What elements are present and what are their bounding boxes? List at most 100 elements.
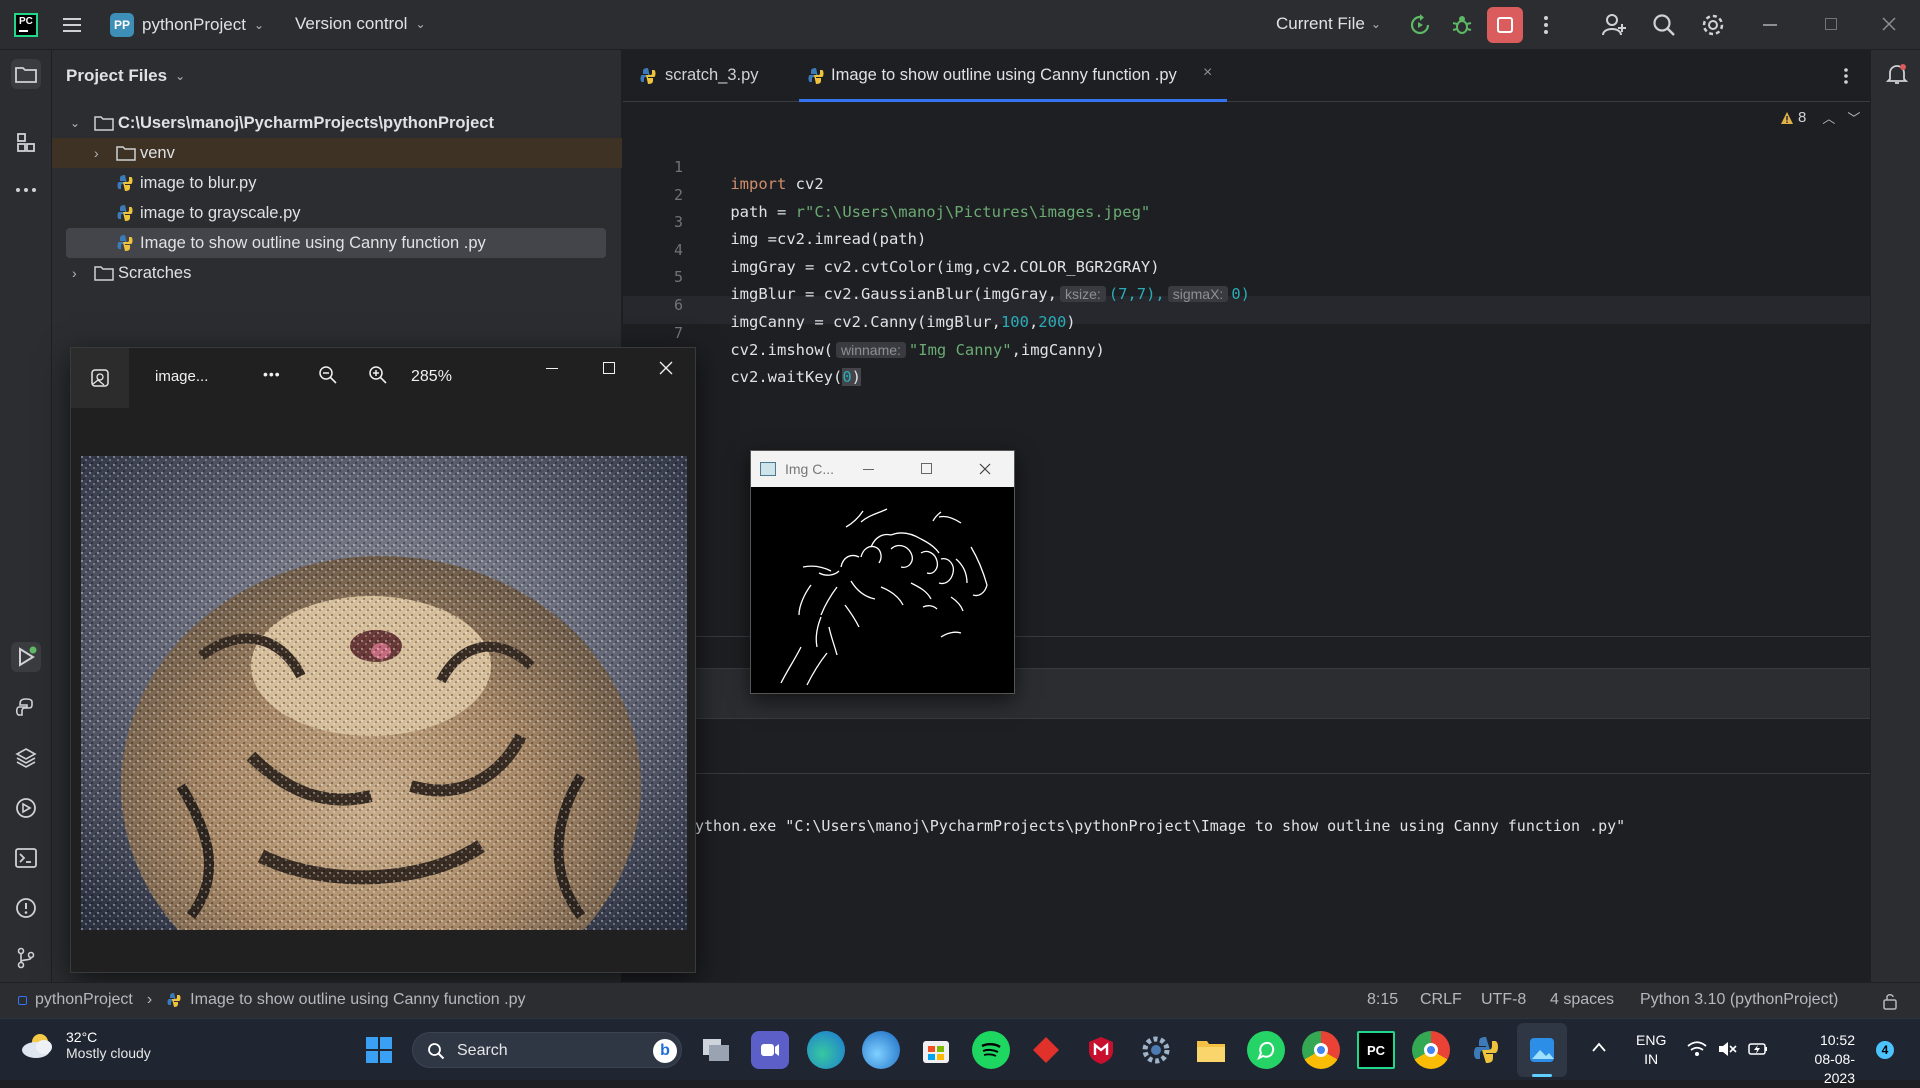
pycharm-taskbar-icon[interactable]: PC — [1357, 1031, 1395, 1069]
python-file-icon — [640, 67, 656, 84]
python-app-icon[interactable] — [1467, 1031, 1505, 1069]
file-encoding[interactable]: UTF-8 — [1481, 991, 1526, 1009]
debug-icon[interactable] — [1450, 13, 1474, 37]
chevron-down-icon[interactable]: ﹀ — [1847, 108, 1860, 127]
zoom-out-icon[interactable] — [318, 365, 338, 385]
wifi-icon[interactable] — [1686, 1040, 1708, 1058]
project-widget[interactable]: PP pythonProject ⌄ — [110, 12, 264, 38]
lock-icon[interactable] — [1882, 992, 1898, 1010]
indent-setting[interactable]: 4 spaces — [1550, 991, 1614, 1009]
tab-scratch[interactable]: scratch_3.py — [639, 66, 759, 85]
tree-item-project-root[interactable]: ⌄ C:\Users\manoj\PycharmProjects\pythonP… — [52, 108, 622, 138]
edge-dev-icon[interactable] — [862, 1031, 900, 1069]
python-file-icon — [808, 68, 824, 84]
add-user-icon[interactable] — [1601, 12, 1627, 38]
battery-charging-icon[interactable] — [1747, 1039, 1769, 1059]
main-menu-icon[interactable] — [62, 15, 82, 35]
pycharm-logo-icon[interactable]: PC — [14, 13, 38, 37]
whatsapp-icon[interactable] — [1247, 1031, 1285, 1069]
warnings-indicator[interactable]: 8 ︿ ﹀ — [1780, 108, 1860, 127]
teams-chat-icon[interactable] — [751, 1031, 789, 1069]
code-line-8[interactable]: cv2.waitKey(0) — [693, 350, 861, 404]
tree-item-file[interactable]: image to blur.py — [52, 168, 622, 198]
warning-icon — [1781, 111, 1793, 124]
notifications-bell-icon[interactable] — [1885, 62, 1909, 86]
services-icon[interactable] — [11, 793, 41, 823]
settings-gear-icon[interactable] — [1700, 12, 1726, 38]
tree-item-file[interactable]: image to grayscale.py — [52, 198, 622, 228]
settings-app-icon[interactable] — [1137, 1031, 1175, 1069]
tree-item-scratches[interactable]: › Scratches — [52, 258, 622, 288]
edge-browser-icon[interactable] — [807, 1031, 845, 1069]
restore-button[interactable] — [1825, 18, 1837, 30]
version-control-widget[interactable]: Version control ⌄ — [295, 14, 426, 34]
search-placeholder: Search — [457, 1042, 508, 1059]
line-separator[interactable]: CRLF — [1420, 991, 1462, 1009]
project-badge: PP — [110, 13, 134, 37]
tab-close-icon[interactable]: × — [1203, 64, 1212, 82]
clock-date: 08-08-2023 — [1814, 1051, 1855, 1086]
search-icon[interactable] — [1651, 12, 1677, 38]
taskbar-search-box[interactable]: Search b — [412, 1032, 682, 1068]
zoom-level: 285% — [411, 368, 452, 385]
microsoft-store-icon[interactable] — [917, 1031, 955, 1069]
maximize-button[interactable] — [921, 463, 932, 474]
run-config-selector[interactable]: Current File ⌄ — [1276, 14, 1381, 34]
line-number: 6 — [673, 296, 683, 314]
run-tool-icon[interactable] — [11, 642, 41, 672]
app-red-diamond-icon[interactable] — [1027, 1031, 1065, 1069]
windows-start-icon[interactable] — [360, 1031, 398, 1069]
minimize-button[interactable] — [1763, 24, 1777, 26]
structure-icon[interactable] — [11, 128, 41, 158]
canny-title-bar[interactable]: Img C... — [751, 451, 1014, 487]
chevron-up-icon[interactable]: ︿ — [1822, 108, 1835, 127]
chevron-down-icon: ⌄ — [415, 17, 426, 31]
chevron-right-icon: › — [94, 145, 99, 161]
mcafee-icon[interactable] — [1082, 1031, 1120, 1069]
python-interpreter[interactable]: Python 3.10 (pythonProject) — [1640, 991, 1838, 1009]
tree-item-venv[interactable]: › venv — [52, 138, 622, 168]
close-button[interactable] — [659, 361, 673, 375]
photos-more-button[interactable]: ••• — [263, 366, 281, 382]
minimize-button[interactable] — [546, 368, 558, 370]
tabs-more-icon[interactable] — [1842, 66, 1850, 86]
volume-muted-icon[interactable] — [1717, 1039, 1737, 1059]
project-folder-icon[interactable] — [11, 59, 41, 89]
file-explorer-icon[interactable] — [1192, 1031, 1230, 1069]
chrome-icon[interactable] — [1302, 1031, 1340, 1069]
language-indicator[interactable]: ENG IN — [1636, 1031, 1666, 1069]
problems-icon[interactable] — [11, 893, 41, 923]
more-tools-icon[interactable] — [11, 175, 41, 205]
close-button[interactable] — [1881, 16, 1897, 32]
project-panel-header[interactable]: Project Files ⌄ — [66, 66, 185, 86]
rerun-icon[interactable] — [1408, 13, 1432, 37]
python-file-icon — [117, 175, 133, 191]
bing-icon: b — [653, 1039, 677, 1063]
breadcrumb-project[interactable]: pythonProject — [35, 991, 133, 1009]
notification-count-badge[interactable]: 4 — [1876, 1041, 1894, 1059]
terminal-icon[interactable] — [11, 843, 41, 873]
close-button[interactable] — [979, 463, 991, 475]
python-console-icon[interactable] — [11, 693, 41, 723]
tab-canny-file[interactable]: Image to show outline using Canny functi… — [799, 50, 1227, 102]
minimize-button[interactable] — [863, 469, 874, 470]
photos-taskbar-icon[interactable] — [1517, 1023, 1567, 1077]
zoom-in-icon[interactable] — [368, 365, 388, 385]
chrome-profile-icon[interactable] — [1412, 1031, 1450, 1069]
stop-button[interactable] — [1487, 7, 1523, 43]
chevron-down-icon: ⌄ — [253, 18, 265, 32]
right-tool-strip — [1870, 50, 1920, 982]
show-hidden-icons[interactable] — [1591, 1041, 1607, 1053]
tree-item-file-selected[interactable]: Image to show outline using Canny functi… — [66, 228, 606, 258]
maximize-button[interactable] — [603, 362, 615, 374]
weather-widget[interactable]: 32°C Mostly cloudy — [20, 1029, 151, 1061]
photos-app-icon[interactable] — [71, 348, 129, 408]
caret-position[interactable]: 8:15 — [1367, 991, 1398, 1009]
task-view-icon[interactable] — [697, 1031, 735, 1069]
clock[interactable]: 10:52 08-08-2023 — [1787, 1031, 1855, 1088]
layers-icon[interactable] — [11, 743, 41, 773]
breadcrumb-file[interactable]: Image to show outline using Canny functi… — [190, 991, 525, 1009]
more-actions-icon[interactable] — [1542, 13, 1550, 37]
spotify-icon[interactable] — [972, 1031, 1010, 1069]
git-icon[interactable] — [11, 943, 41, 973]
